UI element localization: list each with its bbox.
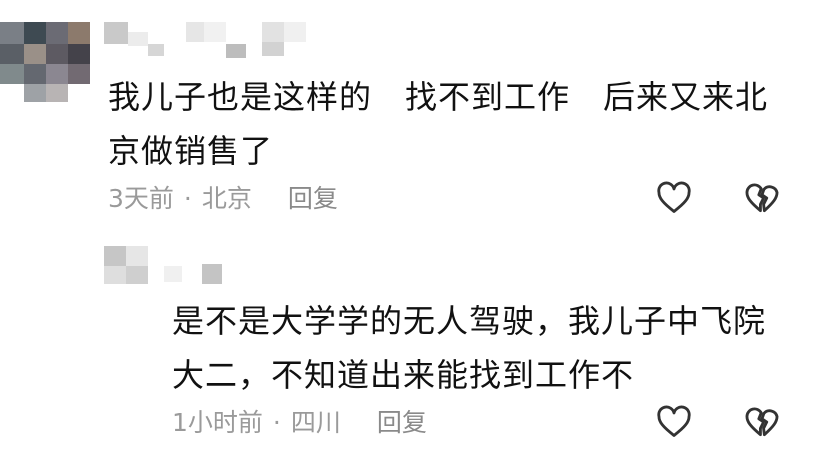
meta-separator: · xyxy=(272,408,281,437)
meta-separator: · xyxy=(183,184,192,213)
like-button[interactable] xyxy=(654,402,694,442)
reply-button[interactable]: 回复 xyxy=(377,408,427,438)
comment-location: 四川 xyxy=(290,408,341,437)
broken-heart-icon xyxy=(745,407,779,437)
comment-time: 3天前 xyxy=(108,184,174,213)
comment-text: 我儿子也是这样的 找不到工作 后来又来北京做销售了 xyxy=(108,78,769,170)
dislike-button[interactable] xyxy=(742,178,782,218)
comment-meta: 3天前 · 北京 回复 xyxy=(108,184,338,214)
broken-heart-icon xyxy=(745,183,779,213)
reply-button[interactable]: 回复 xyxy=(288,184,338,214)
avatar[interactable] xyxy=(104,246,150,286)
heart-outline-icon xyxy=(657,181,691,213)
comment-location: 北京 xyxy=(201,184,252,213)
comment-time: 1小时前 xyxy=(172,408,263,437)
dislike-button[interactable] xyxy=(742,402,782,442)
username[interactable] xyxy=(104,22,324,58)
heart-outline-icon xyxy=(657,405,691,437)
like-button[interactable] xyxy=(654,178,694,218)
comment-text: 是不是大学学的无人驾驶，我儿子中飞院大二，不知道出来能找到工作不 xyxy=(172,302,767,394)
username[interactable] xyxy=(160,262,240,286)
avatar[interactable] xyxy=(0,22,92,102)
comment-meta: 1小时前 · 四川 回复 xyxy=(172,408,427,438)
